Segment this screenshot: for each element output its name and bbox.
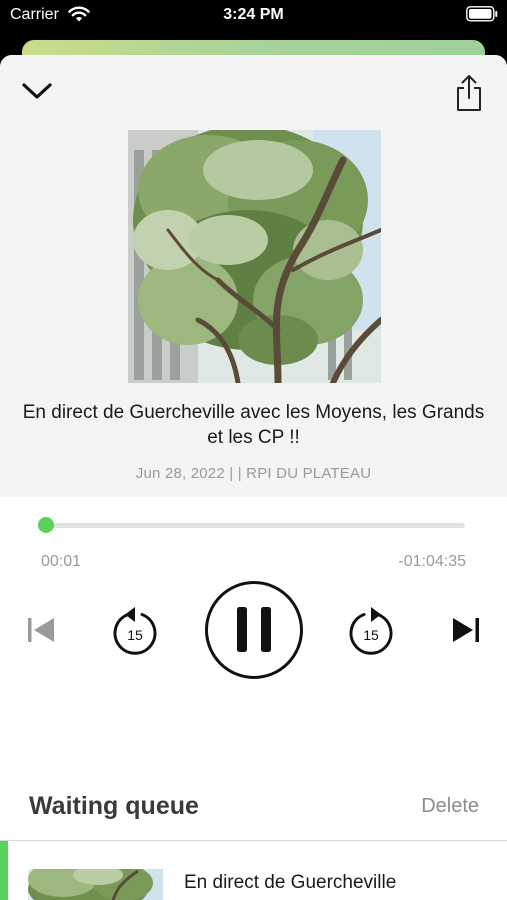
- queue-item-title: En direct de Guercheville: [184, 872, 397, 893]
- player-sheet: En direct de Guercheville avec les Moyen…: [0, 55, 507, 900]
- rewind-seconds-label: 15: [127, 627, 143, 643]
- time-remaining: -01:04:35: [398, 553, 466, 570]
- queue-item-thumbnail: [28, 869, 163, 900]
- forward-seconds-label: 15: [363, 627, 379, 643]
- time-elapsed: 00:01: [41, 553, 82, 570]
- skip-previous-icon[interactable]: [25, 615, 57, 645]
- battery-icon: [466, 6, 498, 22]
- pause-icon: [205, 581, 303, 679]
- clock: 3:24 PM: [223, 6, 284, 23]
- skip-next-icon[interactable]: [450, 615, 482, 645]
- rewind-15-button[interactable]: 15: [110, 605, 160, 657]
- progress-thumb[interactable]: [38, 517, 55, 533]
- share-icon[interactable]: [452, 73, 486, 113]
- forward-15-icon: 15: [349, 607, 393, 655]
- rewind-15-icon: 15: [113, 607, 157, 655]
- episode-artwork: [128, 130, 381, 383]
- queue-item[interactable]: En direct de Guercheville: [0, 841, 507, 900]
- progress-track[interactable]: [46, 523, 465, 528]
- queue-delete-button[interactable]: Delete: [421, 795, 479, 818]
- episode-title: En direct de Guercheville avec les Moyen…: [22, 402, 485, 448]
- queue-item-active-indicator: [0, 841, 8, 900]
- queue-title: Waiting queue: [29, 792, 199, 820]
- chevron-down-icon[interactable]: [20, 77, 54, 103]
- play-pause-button[interactable]: [204, 580, 304, 680]
- episode-meta: Jun 28, 2022 | | RPI DU PLATEAU: [135, 465, 372, 482]
- forward-15-button[interactable]: 15: [346, 605, 396, 657]
- status-bar: Carrier 3:24 PM: [0, 0, 507, 34]
